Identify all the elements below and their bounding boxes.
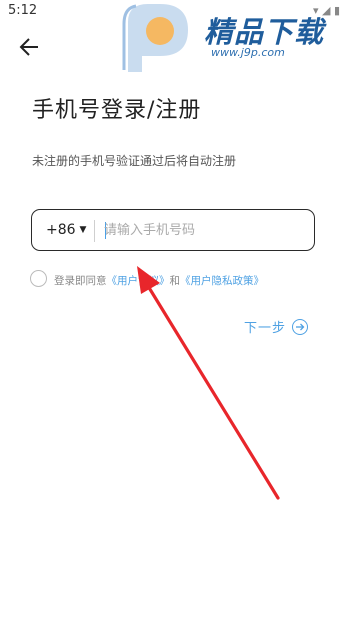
page-title: 手机号登录/注册 — [32, 98, 202, 123]
status-time: 5:12 — [8, 3, 38, 18]
arrow-left-icon — [19, 38, 38, 56]
agreement-text: 登录即同意《用户协议》和《用户隐私政策》 — [54, 273, 264, 288]
page-subtitle: 未注册的手机号验证通过后将自动注册 — [32, 154, 237, 168]
agreement-and: 和 — [169, 275, 181, 287]
arrow-right-circle-icon — [292, 318, 309, 335]
p-logo-icon — [122, 4, 188, 72]
country-code-label: +86 — [46, 222, 76, 238]
phone-number-input[interactable] — [104, 218, 304, 242]
agreement-row: 登录即同意《用户协议》和《用户隐私政策》 — [30, 270, 330, 290]
input-divider — [94, 220, 95, 242]
phone-input-box: +86 ▼ — [31, 209, 315, 251]
watermark-logo: 精品下载 www.j9p.com — [118, 0, 348, 75]
back-button[interactable] — [16, 34, 44, 62]
agreement-prefix: 登录即同意 — [54, 275, 107, 287]
agreement-checkbox[interactable] — [30, 270, 47, 287]
watermark-brand: 精品下载 — [204, 15, 325, 49]
chevron-down-icon: ▼ — [79, 225, 87, 235]
privacy-policy-link[interactable]: 《用户隐私政策》 — [180, 275, 264, 287]
next-step-button[interactable]: 下一步 — [244, 316, 309, 336]
watermark-url: www.j9p.com — [211, 46, 285, 59]
next-step-label: 下一步 — [244, 321, 287, 336]
user-agreement-link[interactable]: 《用户协议》 — [107, 275, 170, 287]
country-code-selector[interactable]: +86 ▼ — [46, 222, 86, 238]
